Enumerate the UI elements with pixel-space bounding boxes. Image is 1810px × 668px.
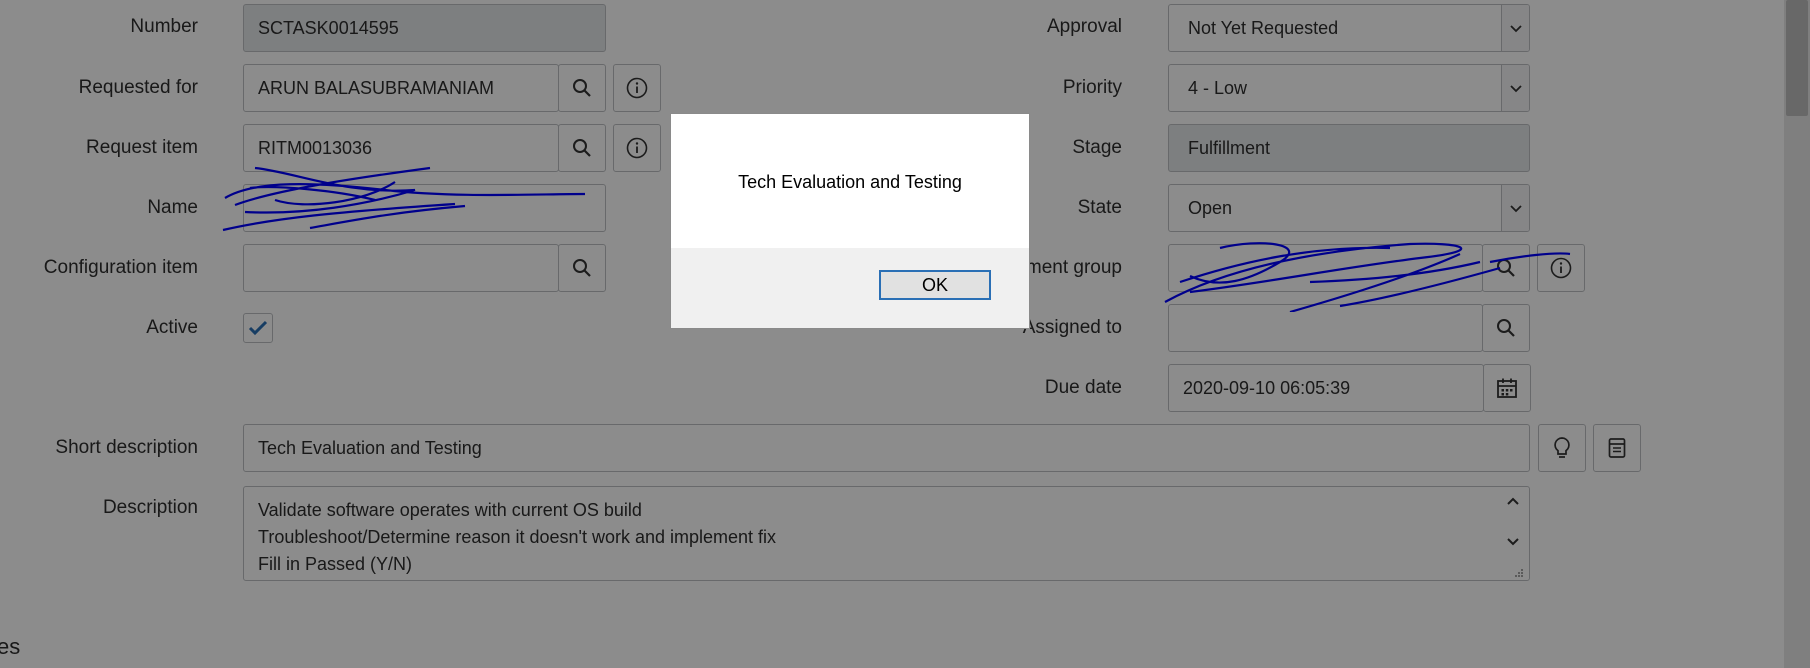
- alert-footer: OK: [671, 248, 1029, 328]
- modal-overlay: [0, 0, 1810, 668]
- ok-button[interactable]: OK: [879, 270, 991, 300]
- alert-message: Tech Evaluation and Testing: [738, 172, 962, 192]
- alert-dialog: Tech Evaluation and Testing OK: [670, 113, 1030, 329]
